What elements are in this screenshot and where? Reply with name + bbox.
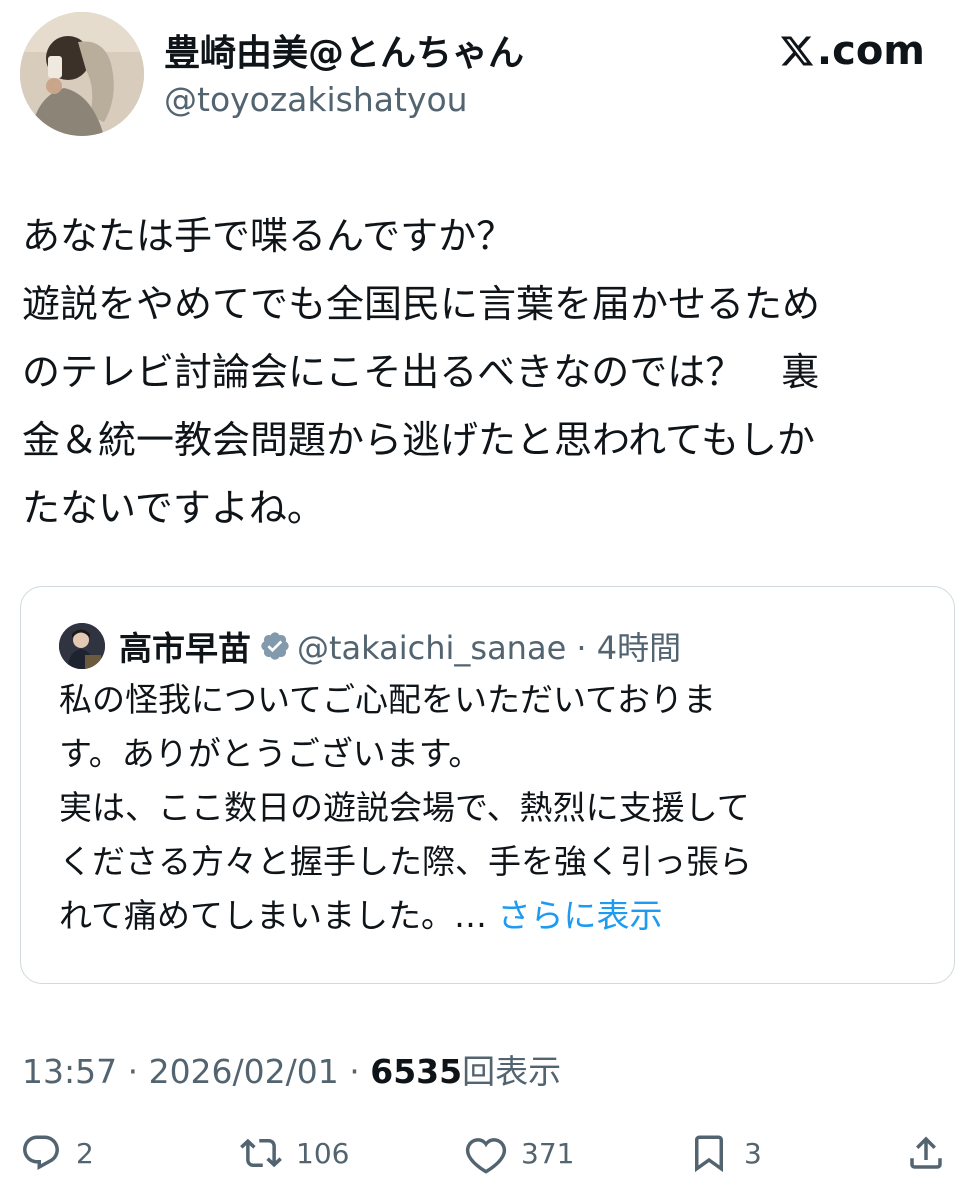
quoted-author-avatar[interactable] <box>59 623 105 669</box>
tweet-line: 遊説をやめてでも全国民に言葉を届かせるため <box>22 282 821 326</box>
author-avatar-image <box>20 12 144 136</box>
x-logo-icon <box>780 36 814 66</box>
quote-line: 私の怪我についてご心配をいただいておりま <box>59 680 717 719</box>
x-brand: .com <box>779 28 925 74</box>
share-icon <box>910 1136 942 1169</box>
tweet-line: あなたは手で喋るんですか？ <box>22 214 515 258</box>
reply-count: 2 <box>76 1136 94 1170</box>
quote-line: くださる方々と握手した際、手を強く引っ張ら <box>59 842 752 881</box>
share-button[interactable] <box>905 1128 947 1178</box>
tweet-line: たないですよね。 <box>22 486 325 530</box>
bookmark-count: 3 <box>744 1136 762 1170</box>
retweet-icon <box>240 1138 282 1168</box>
quoted-handle-time[interactable]: @takaichi_sanae · 4時間 <box>297 623 681 669</box>
quote-line: 実は、ここ数日の遊説会場で、熱烈に支援して <box>59 788 750 827</box>
tweet-line: 金＆統一教会問題から逃げたと思われてもしか <box>22 418 816 462</box>
quoted-tweet-header: 高市早苗 @takaichi_sanae · 4時間 <box>59 621 681 671</box>
timestamp[interactable]: 13:57 · 2026/02/01 · <box>22 1052 370 1091</box>
author-avatar[interactable] <box>20 12 144 136</box>
tweet-text: あなたは手で喋るんですか？ 遊説をやめてでも全国民に言葉を届かせるため のテレビ… <box>22 202 952 542</box>
tweet-meta: 13:57 · 2026/02/01 · 6535回表示 <box>22 1045 561 1093</box>
bookmark-button[interactable]: 3 <box>688 1128 762 1178</box>
tweet-screenshot: 豊崎由美@とんちゃん @toyozakishatyou .com あなたは手で喋… <box>0 0 975 1200</box>
reply-icon <box>23 1135 59 1170</box>
quote-line: す。ありがとうございます。 <box>59 734 482 773</box>
quote-truncated-text: れて痛めてしまいました。… <box>59 896 488 935</box>
verified-badge-icon <box>261 632 289 660</box>
quote-line-last: れて痛めてしまいました。… さらに表示 <box>59 889 939 943</box>
like-button[interactable]: 371 <box>465 1128 574 1178</box>
views-count: 6535 <box>370 1052 463 1091</box>
author-handle[interactable]: @toyozakishatyou <box>164 80 468 119</box>
heart-icon <box>465 1138 507 1174</box>
quoted-tweet-card[interactable]: 高市早苗 @takaichi_sanae · 4時間 私の怪我についてご心配をい… <box>20 586 955 984</box>
retweet-count: 106 <box>296 1136 350 1170</box>
like-count: 371 <box>521 1136 575 1170</box>
bookmark-icon <box>695 1135 723 1173</box>
retweet-button[interactable]: 106 <box>240 1128 349 1178</box>
quoted-author-avatar-image <box>59 623 105 669</box>
reply-button[interactable]: 2 <box>20 1128 94 1178</box>
action-bar: 2 106 371 3 <box>0 1128 975 1178</box>
tweet-line: のテレビ討論会にこそ出るべきなのでは？ 裏 <box>22 350 820 394</box>
quoted-tweet-text: 私の怪我についてご心配をいただいておりま す。ありがとうございます。 実は、ここ… <box>59 673 939 943</box>
brand-label: .com <box>816 28 925 74</box>
author-display-name[interactable]: 豊崎由美@とんちゃん <box>164 24 524 76</box>
quoted-author-name[interactable]: 高市早苗 <box>119 622 251 670</box>
show-more-link[interactable]: さらに表示 <box>498 896 663 935</box>
views-label: 回表示 <box>462 1052 562 1091</box>
